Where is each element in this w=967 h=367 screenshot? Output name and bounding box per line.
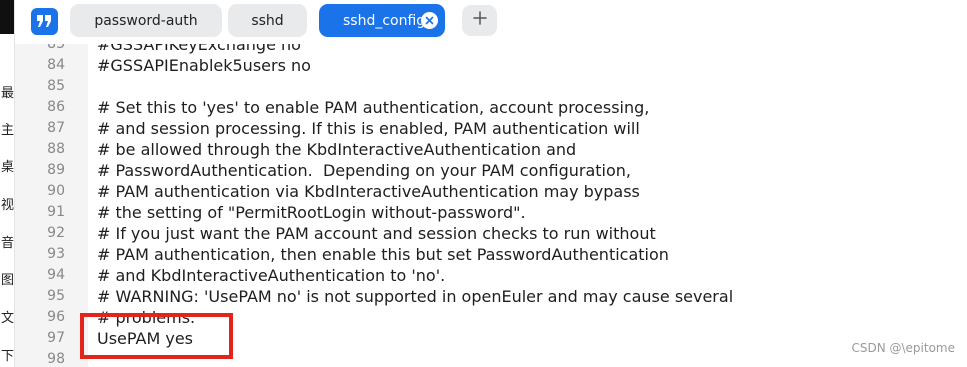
line-text[interactable]: # the setting of "PermitRootLogin withou… [97,202,526,223]
side-label: 主 [1,123,15,138]
code-line[interactable]: 87 # and session processing. If this is e… [15,118,967,139]
code-line[interactable]: 85 [15,76,967,97]
side-label: 音 [1,236,15,251]
plus-icon [472,11,487,30]
highlight-annotation-box [80,313,233,359]
line-text[interactable]: # PAM authentication, then enable this b… [97,244,669,265]
line-number: 96 [47,309,65,325]
quote-icon[interactable] [31,8,58,35]
line-text[interactable]: # PasswordAuthentication. Depending on y… [97,160,631,181]
line-text[interactable]: #GSSAPIEnablek5users no [97,55,311,76]
code-line[interactable]: 84 #GSSAPIEnablek5users no [15,55,967,76]
line-text[interactable]: # WARNING: 'UsePAM no' is not supported … [97,286,733,307]
line-text[interactable]: # and session processing. If this is ena… [97,118,640,139]
line-number: 94 [47,267,65,283]
new-tab-button[interactable] [462,5,497,36]
tab-label: sshd [251,12,284,29]
code-line[interactable]: 91 # the setting of "PermitRootLogin with… [15,202,967,223]
tab-sshd-config[interactable]: sshd_config [319,4,445,37]
line-text[interactable]: # be allowed through the KbdInteractiveA… [97,139,576,160]
code-line[interactable]: 92 # If you just want the PAM account and… [15,223,967,244]
line-text[interactable]: # and KbdInteractiveAuthentication to 'n… [97,265,445,286]
tab-label: sshd_config [343,12,426,29]
line-number: 93 [47,246,65,262]
code-line[interactable]: 94 # and KbdInteractiveAuthentication to … [15,265,967,286]
line-number: 84 [47,57,65,73]
tab-sshd[interactable]: sshd [228,4,307,37]
side-label: 最 [1,86,15,101]
line-number: 86 [47,99,65,115]
code-line[interactable]: 83 #GSSAPIKeyExchange no [15,44,967,55]
side-label: 文 [1,311,15,326]
code-line[interactable]: 89 # PasswordAuthentication. Depending on… [15,160,967,181]
line-number: 83 [47,44,65,52]
line-number: 98 [47,351,65,367]
tab-label: password-auth [94,12,198,29]
line-number: 85 [47,78,65,94]
line-text[interactable]: # Set this to 'yes' to enable PAM authen… [97,97,649,118]
line-number: 97 [47,330,65,346]
background-window-strip: 最 主 桌 视 音 图 文 下 [0,0,15,367]
line-text[interactable]: # PAM authentication via KbdInteractiveA… [97,181,640,202]
line-number: 89 [47,162,65,178]
watermark: CSDN @\epitome [851,341,955,355]
tab-password-auth[interactable]: password-auth [70,4,222,37]
line-number: 91 [47,204,65,220]
code-line[interactable]: 90 # PAM authentication via KbdInteractiv… [15,181,967,202]
code-line[interactable]: 93 # PAM authentication, then enable this… [15,244,967,265]
line-number: 90 [47,183,65,199]
code-line[interactable]: 88 # be allowed through the KbdInteractiv… [15,139,967,160]
code-line[interactable]: 95 # WARNING: 'UsePAM no' is not supporte… [15,286,967,307]
line-number: 95 [47,288,65,304]
line-number: 92 [47,225,65,241]
code-line[interactable]: 86 # Set this to 'yes' to enable PAM auth… [15,97,967,118]
side-label: 桌 [1,160,15,175]
line-text[interactable]: #GSSAPIKeyExchange no [97,44,301,55]
line-number: 87 [47,120,65,136]
side-label: 图 [1,273,15,288]
tab-bar: password-auth sshd sshd_config [15,0,967,44]
background-window-titlebar [0,0,14,34]
line-text[interactable]: # If you just want the PAM account and s… [97,223,656,244]
side-label: 下 [1,349,15,364]
close-icon[interactable] [421,12,438,29]
line-number: 88 [47,141,65,157]
side-label: 视 [1,198,15,213]
